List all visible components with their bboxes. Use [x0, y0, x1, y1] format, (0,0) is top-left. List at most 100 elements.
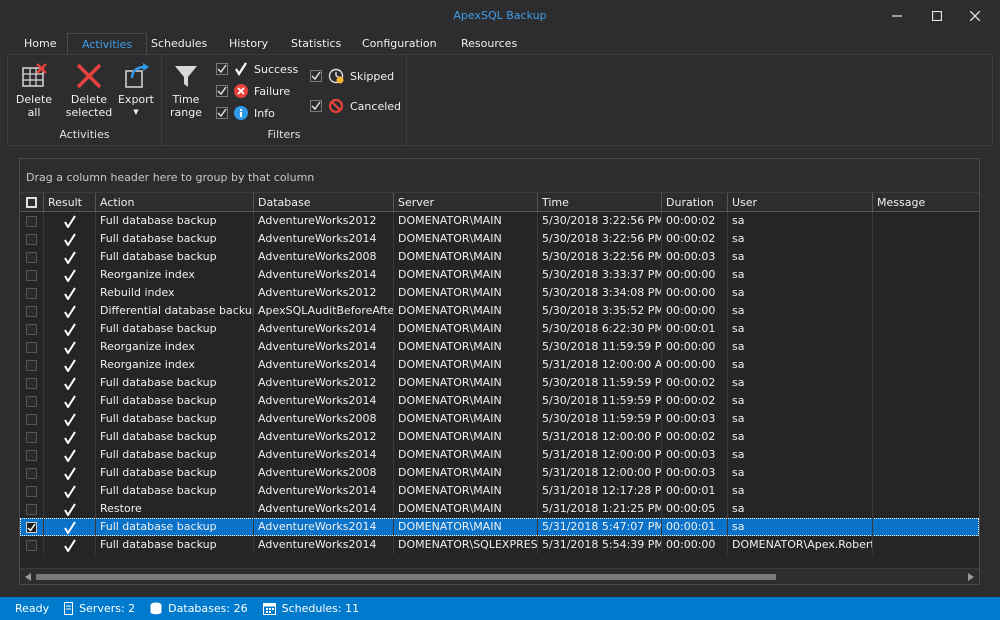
table-row[interactable]: Full database backup AdventureWorks2012 DO…	[20, 374, 979, 392]
tab-statistics[interactable]: Statistics	[277, 33, 355, 54]
row-checkbox[interactable]	[26, 305, 37, 317]
table-row[interactable]: Full database backup AdventureWorks2012 DO…	[20, 212, 979, 230]
table-row[interactable]: Reorganize index AdventureWorks2014 DOMENA…	[20, 356, 979, 374]
filter-info[interactable]: Info	[216, 104, 275, 122]
row-checkbox[interactable]	[26, 233, 37, 245]
table-row[interactable]: Reorganize index AdventureWorks2014 DOMENA…	[20, 338, 979, 356]
row-checkbox[interactable]	[26, 503, 37, 515]
row-checkbox-cell[interactable]	[20, 518, 44, 536]
info-checkbox[interactable]	[216, 107, 228, 119]
row-checkbox[interactable]	[26, 251, 37, 263]
column-header-result[interactable]: Result	[44, 193, 96, 212]
row-checkbox-cell[interactable]	[20, 428, 44, 446]
failure-checkbox[interactable]	[216, 85, 228, 97]
table-row[interactable]: Full database backup AdventureWorks2014 DO…	[20, 320, 979, 338]
time-range-button[interactable]: Time range	[168, 59, 204, 119]
tab-home[interactable]: Home	[10, 33, 70, 54]
table-row[interactable]: Differential database backup ApexSQLAudit…	[20, 302, 979, 320]
tab-configuration[interactable]: Configuration	[348, 33, 451, 54]
tab-schedules[interactable]: Schedules	[137, 33, 221, 54]
row-checkbox-cell[interactable]	[20, 302, 44, 320]
row-checkbox[interactable]	[26, 269, 37, 281]
select-all-checkbox[interactable]	[26, 197, 37, 208]
success-checkmark-icon	[63, 538, 76, 552]
tab-resources[interactable]: Resources	[447, 33, 531, 54]
row-checkbox-cell[interactable]	[20, 482, 44, 500]
table-row[interactable]: Full database backup AdventureWorks2008 DO…	[20, 464, 979, 482]
tab-history[interactable]: History	[215, 33, 282, 54]
row-checkbox[interactable]	[26, 449, 37, 461]
skipped-clock-icon	[328, 68, 344, 84]
delete-all-button[interactable]: Delete all	[12, 59, 56, 119]
table-row[interactable]: Full database backup AdventureWorks2014 DO…	[20, 518, 979, 536]
row-checkbox-cell[interactable]	[20, 356, 44, 374]
filter-canceled[interactable]: Canceled	[310, 97, 401, 115]
row-checkbox-cell[interactable]	[20, 230, 44, 248]
minimize-button[interactable]	[880, 0, 914, 32]
row-checkbox-cell[interactable]	[20, 446, 44, 464]
filter-success[interactable]: Success	[216, 60, 298, 78]
column-header-duration[interactable]: Duration	[662, 193, 728, 212]
row-checkbox[interactable]	[26, 395, 37, 407]
maximize-button[interactable]	[920, 0, 954, 32]
row-checkbox-cell[interactable]	[20, 284, 44, 302]
row-checkbox-cell[interactable]	[20, 410, 44, 428]
row-checkbox-cell[interactable]	[20, 536, 44, 554]
row-checkbox-cell[interactable]	[20, 464, 44, 482]
table-row[interactable]: Full database backup AdventureWorks2008 DO…	[20, 410, 979, 428]
row-checkbox-cell[interactable]	[20, 392, 44, 410]
delete-selected-button[interactable]: Delete selected	[62, 59, 116, 119]
table-row[interactable]: Full database backup AdventureWorks2014 DO…	[20, 482, 979, 500]
row-checkbox[interactable]	[26, 323, 37, 335]
scroll-left-icon[interactable]	[23, 572, 33, 582]
row-checkbox-cell[interactable]	[20, 212, 44, 230]
column-header-time[interactable]: Time	[538, 193, 662, 212]
canceled-checkbox[interactable]	[310, 100, 322, 112]
row-checkbox[interactable]	[26, 413, 37, 425]
export-button[interactable]: Export ▼	[116, 59, 156, 119]
row-checkbox-cell[interactable]	[20, 500, 44, 518]
row-checkbox-cell[interactable]	[20, 320, 44, 338]
message-cell	[873, 428, 979, 446]
row-checkbox[interactable]	[26, 341, 37, 353]
table-row[interactable]: Full database backup AdventureWorks2014 DO…	[20, 230, 979, 248]
table-row[interactable]: Full database backup AdventureWorks2014 DO…	[20, 536, 979, 554]
filter-skipped[interactable]: Skipped	[310, 67, 394, 85]
select-all-checkbox-cell[interactable]	[20, 193, 44, 212]
row-checkbox-cell[interactable]	[20, 248, 44, 266]
column-header-database[interactable]: Database	[254, 193, 394, 212]
row-checkbox[interactable]	[26, 359, 37, 371]
row-checkbox-cell[interactable]	[20, 338, 44, 356]
row-checkbox[interactable]	[26, 287, 37, 299]
time-cell: 5/30/2018 11:59:59 PM	[538, 374, 662, 392]
row-checkbox[interactable]	[26, 539, 37, 551]
success-checkbox[interactable]	[216, 63, 228, 75]
table-row[interactable]: Full database backup AdventureWorks2014 DO…	[20, 446, 979, 464]
close-button[interactable]	[958, 0, 992, 32]
column-header-action[interactable]: Action	[96, 193, 254, 212]
table-row[interactable]: Rebuild index AdventureWorks2012 DOMENATOR…	[20, 284, 979, 302]
tab-activities[interactable]: Activities	[67, 33, 148, 54]
table-row[interactable]: Full database backup AdventureWorks2012 DO…	[20, 428, 979, 446]
column-header-server[interactable]: Server	[394, 193, 538, 212]
filter-failure[interactable]: Failure	[216, 82, 290, 100]
row-checkbox-cell[interactable]	[20, 374, 44, 392]
row-checkbox[interactable]	[26, 431, 37, 443]
row-checkbox[interactable]	[26, 377, 37, 389]
horizontal-scrollbar[interactable]	[20, 568, 979, 584]
row-checkbox[interactable]	[26, 521, 37, 533]
scroll-right-icon[interactable]	[966, 572, 976, 582]
column-header-user[interactable]: User	[728, 193, 873, 212]
group-panel[interactable]: Drag a column header here to group by th…	[20, 159, 979, 193]
table-row[interactable]: Full database backup AdventureWorks2014 DO…	[20, 392, 979, 410]
row-checkbox[interactable]	[26, 485, 37, 497]
table-row[interactable]: Reorganize index AdventureWorks2014 DOMENA…	[20, 266, 979, 284]
scrollbar-thumb[interactable]	[36, 574, 776, 580]
row-checkbox-cell[interactable]	[20, 266, 44, 284]
column-header-message[interactable]: Message	[873, 193, 979, 212]
table-row[interactable]: Full database backup AdventureWorks2008 DO…	[20, 248, 979, 266]
table-row[interactable]: Restore AdventureWorks2014 DOMENATOR\MAIN 5…	[20, 500, 979, 518]
row-checkbox[interactable]	[26, 467, 37, 479]
skipped-checkbox[interactable]	[310, 70, 322, 82]
row-checkbox[interactable]	[26, 215, 37, 227]
